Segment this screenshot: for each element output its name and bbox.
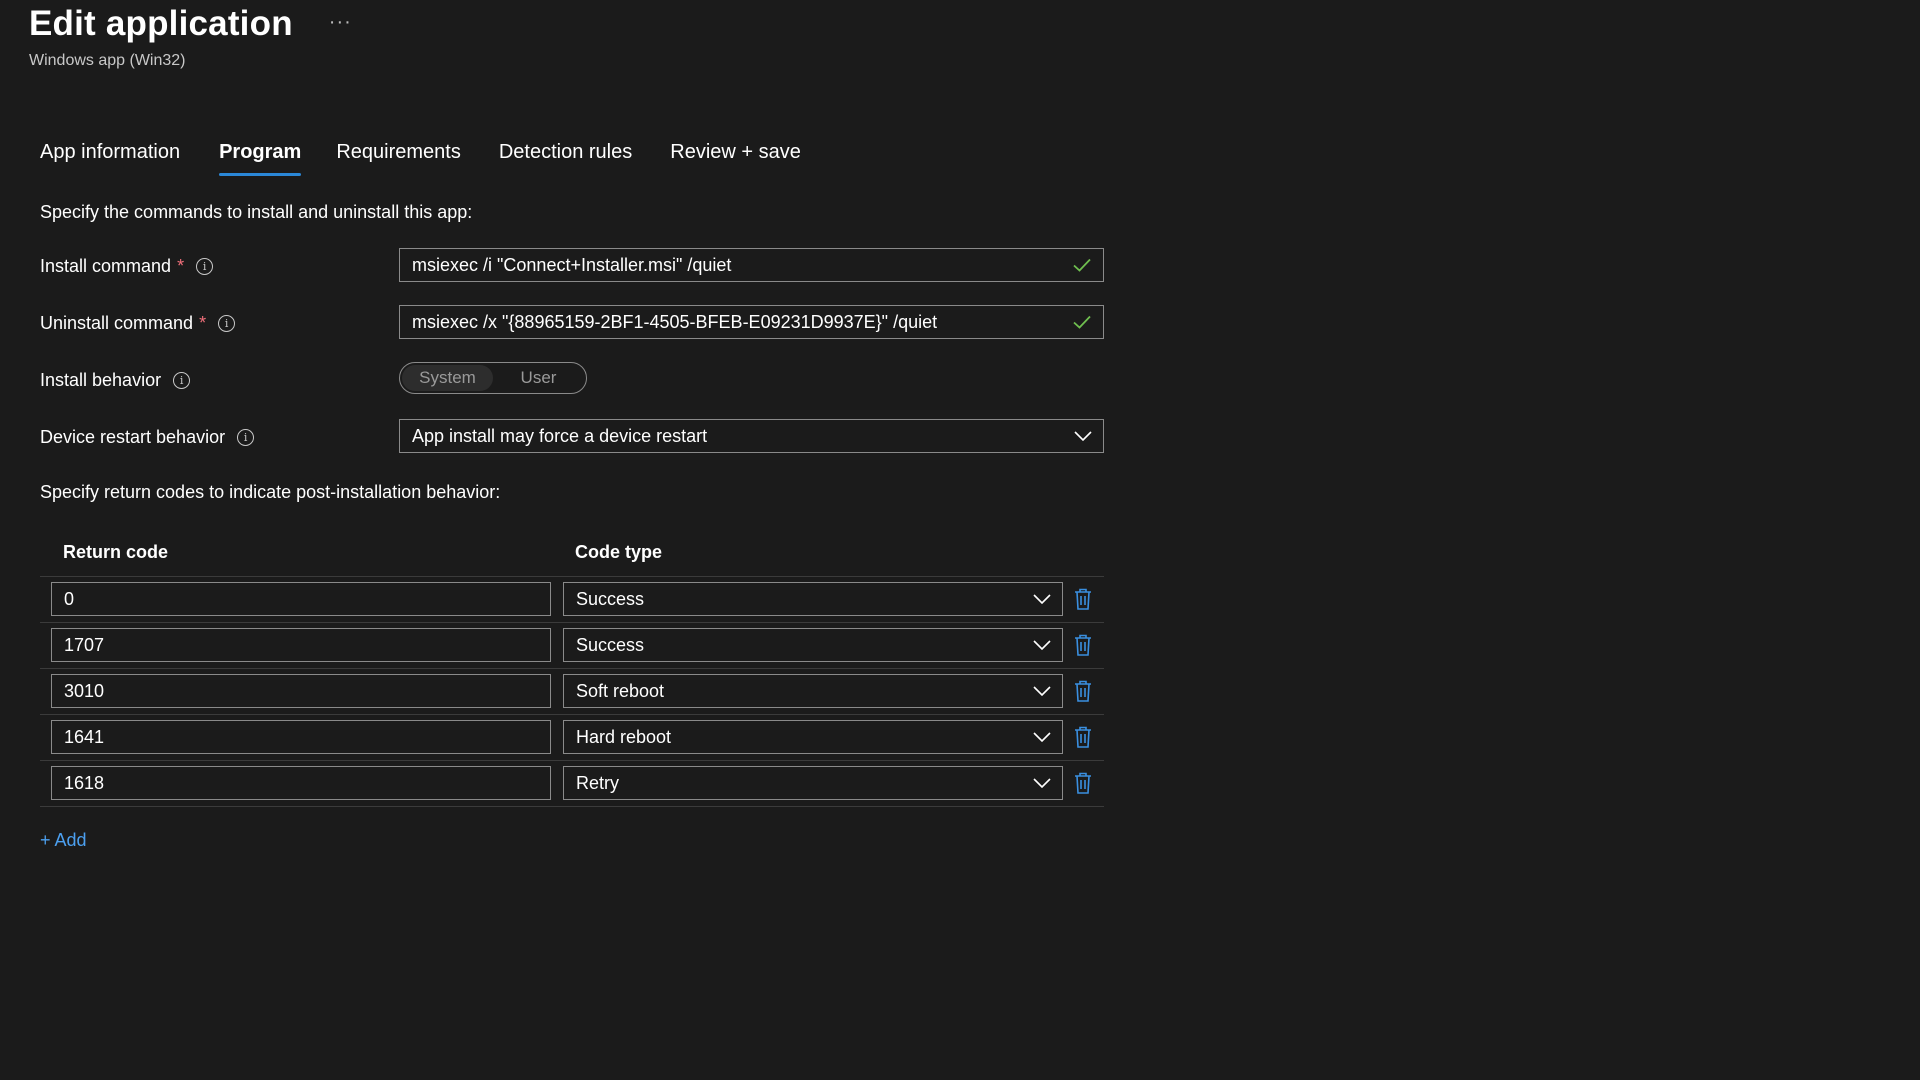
table-row: Success — [40, 577, 1104, 623]
return-code-input[interactable] — [52, 634, 550, 656]
page-title: Edit application — [29, 4, 293, 43]
return-code-field[interactable] — [51, 628, 551, 662]
toggle-option-system[interactable]: System — [402, 365, 493, 391]
code-type-select[interactable]: Hard reboot — [563, 720, 1063, 754]
code-type-select[interactable]: Success — [563, 582, 1063, 616]
more-options-icon[interactable]: ··· — [329, 11, 352, 34]
add-return-code-link[interactable]: + Add — [40, 830, 87, 851]
tab-program[interactable]: Program — [219, 141, 302, 176]
info-icon[interactable]: i — [218, 315, 236, 332]
device-restart-label-text: Device restart behavior — [40, 427, 226, 447]
install-command-label-text: Install command — [40, 256, 172, 276]
uninstall-command-label-text: Uninstall command — [40, 313, 194, 333]
code-type-select[interactable]: Success — [563, 628, 1063, 662]
tab-app-information[interactable]: App information — [40, 141, 180, 174]
required-mark: * — [177, 256, 185, 276]
chevron-down-icon — [1022, 640, 1062, 650]
device-restart-value: App install may force a device restart — [412, 425, 708, 446]
install-command-field[interactable] — [399, 248, 1104, 282]
trash-icon[interactable] — [1071, 679, 1095, 703]
code-type-value: Success — [576, 634, 645, 655]
checkmark-icon — [1069, 258, 1095, 272]
return-code-field[interactable] — [51, 674, 551, 708]
chevron-down-icon — [1022, 778, 1062, 788]
table-row: Soft reboot — [40, 669, 1104, 715]
uninstall-command-label: Uninstall command * i — [40, 313, 236, 334]
install-command-label: Install command * i — [40, 256, 214, 277]
table-row: Hard reboot — [40, 715, 1104, 761]
install-behavior-toggle[interactable]: System User — [399, 362, 587, 394]
required-mark: * — [199, 313, 207, 333]
install-behavior-label: Install behavior i — [40, 370, 191, 391]
column-header-code-type: Code type — [575, 542, 663, 562]
trash-icon[interactable] — [1071, 587, 1095, 611]
trash-icon[interactable] — [1071, 633, 1095, 657]
toggle-option-user[interactable]: User — [493, 365, 584, 391]
install-behavior-label-text: Install behavior — [40, 370, 162, 390]
tab-requirements[interactable]: Requirements — [336, 141, 461, 174]
code-type-value: Hard reboot — [576, 726, 672, 747]
code-type-select[interactable]: Retry — [563, 766, 1063, 800]
tab-bar: App information Program Requirements Det… — [40, 141, 801, 176]
chevron-down-icon — [1022, 594, 1062, 604]
return-code-field[interactable] — [51, 766, 551, 800]
install-command-input[interactable] — [400, 249, 1069, 281]
chevron-down-icon — [1063, 431, 1103, 441]
return-code-input[interactable] — [52, 772, 550, 794]
return-codes-table: Return code Code type Success Success So… — [40, 530, 1104, 807]
info-icon[interactable]: i — [196, 258, 214, 275]
return-code-input[interactable] — [52, 726, 550, 748]
code-type-select[interactable]: Soft reboot — [563, 674, 1063, 708]
info-icon[interactable]: i — [173, 372, 191, 389]
column-header-return-code: Return code — [63, 542, 169, 562]
return-code-input[interactable] — [52, 680, 550, 702]
page-header: Edit application ··· Windows app (Win32) — [29, 4, 352, 70]
commands-intro: Specify the commands to install and unin… — [40, 202, 473, 222]
chevron-down-icon — [1022, 686, 1062, 696]
table-header: Return code Code type — [40, 530, 1104, 577]
code-type-value: Soft reboot — [576, 680, 665, 701]
device-restart-select[interactable]: App install may force a device restart — [399, 419, 1104, 453]
return-code-input[interactable] — [52, 588, 550, 610]
trash-icon[interactable] — [1071, 771, 1095, 795]
table-row: Retry — [40, 761, 1104, 807]
return-codes-intro: Specify return codes to indicate post-in… — [40, 482, 501, 502]
return-code-field[interactable] — [51, 720, 551, 754]
return-code-field[interactable] — [51, 582, 551, 616]
code-type-value: Retry — [576, 772, 620, 793]
chevron-down-icon — [1022, 732, 1062, 742]
page-subtitle: Windows app (Win32) — [29, 52, 186, 69]
uninstall-command-input[interactable] — [400, 306, 1069, 338]
trash-icon[interactable] — [1071, 725, 1095, 749]
info-icon[interactable]: i — [237, 429, 255, 446]
checkmark-icon — [1069, 315, 1095, 329]
table-row: Success — [40, 623, 1104, 669]
tab-detection-rules[interactable]: Detection rules — [499, 141, 632, 174]
uninstall-command-field[interactable] — [399, 305, 1104, 339]
tab-review-save[interactable]: Review + save — [670, 141, 801, 174]
code-type-value: Success — [576, 588, 645, 609]
device-restart-label: Device restart behavior i — [40, 427, 255, 448]
